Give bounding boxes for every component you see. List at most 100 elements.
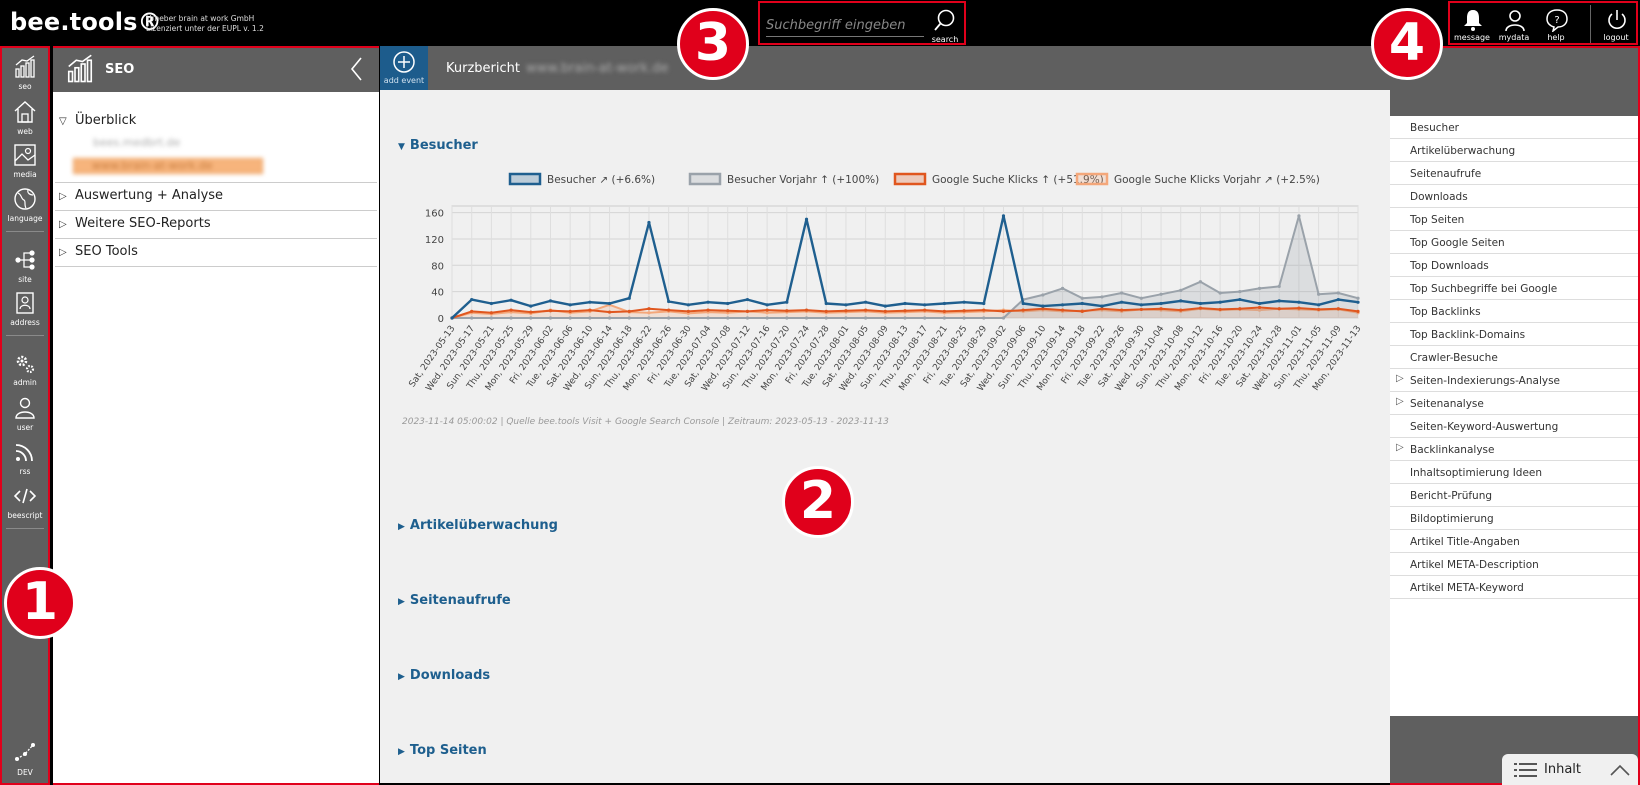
mydata-button[interactable]: mydata xyxy=(1492,3,1536,43)
data-point xyxy=(765,303,769,307)
tree-item-weitere-reports[interactable]: ▷ Weitere SEO-Reports xyxy=(53,211,379,238)
report-link-label: Artikel META-Keyword xyxy=(1410,582,1524,594)
nav-item-web[interactable]: web xyxy=(2,97,48,141)
report-link[interactable]: Top Suchbegriffe bei Google xyxy=(1390,277,1638,300)
data-point xyxy=(982,316,986,320)
data-point xyxy=(1041,293,1045,297)
data-point xyxy=(923,303,927,307)
report-link-label: Downloads xyxy=(1410,191,1468,203)
section-seitenaufrufe[interactable]: ▶ Seitenaufrufe xyxy=(398,593,511,608)
app-logo[interactable]: bee.tools® xyxy=(10,8,162,36)
nav-label: media xyxy=(13,170,37,179)
section-downloads[interactable]: ▶ Downloads xyxy=(398,668,490,683)
report-link[interactable]: Top Seiten xyxy=(1390,208,1638,231)
nav-item-user[interactable]: user xyxy=(2,393,48,437)
logout-button[interactable]: logout xyxy=(1594,3,1638,43)
triangle-right-icon: ▷ xyxy=(1396,442,1404,453)
section-top-seiten[interactable]: ▶ Top Seiten xyxy=(398,743,487,758)
report-link-label: Seiten-Indexierungs-Analyse xyxy=(1410,375,1560,387)
triangle-down-icon: ▼ xyxy=(398,142,405,152)
legend-swatch xyxy=(508,172,542,186)
nav-item-address[interactable]: address xyxy=(2,288,48,332)
nav-divider xyxy=(6,231,44,232)
data-point xyxy=(982,301,986,306)
tree-subitem-selected[interactable]: www.brain-at-work.de xyxy=(73,158,263,174)
tree-item-auswertung[interactable]: ▷ Auswertung + Analyse xyxy=(53,183,379,210)
data-point xyxy=(470,297,474,302)
data-point xyxy=(1021,301,1025,306)
data-point xyxy=(1317,303,1321,307)
data-point xyxy=(1198,301,1203,306)
report-link-label: Top Google Seiten xyxy=(1410,237,1505,249)
data-point xyxy=(1297,306,1301,310)
y-tick-label: 40 xyxy=(431,288,444,299)
data-point xyxy=(745,297,750,302)
data-point xyxy=(450,316,454,320)
data-point xyxy=(864,316,868,320)
report-link[interactable]: Top Backlink-Domains xyxy=(1390,323,1638,346)
tree-subitem[interactable]: bees.medbrt.de xyxy=(89,136,259,152)
nav-item-site[interactable]: site xyxy=(2,245,48,289)
tree-item-seo-tools[interactable]: ▷ SEO Tools xyxy=(53,239,379,266)
triangle-right-icon: ▷ xyxy=(59,247,67,258)
nav-item-media[interactable]: media xyxy=(2,140,48,184)
report-link[interactable]: Artikel META-Description xyxy=(1390,553,1638,576)
data-point xyxy=(1257,301,1262,306)
report-link[interactable]: ▷ Seitenanalyse xyxy=(1390,392,1638,415)
chevron-left-icon[interactable] xyxy=(349,56,365,82)
search-input[interactable] xyxy=(766,15,924,37)
data-point xyxy=(1238,307,1242,311)
report-link[interactable]: Artikel META-Keyword xyxy=(1390,576,1638,599)
nav-item-language[interactable]: language xyxy=(2,184,48,228)
report-link-label: Seitenaufrufe xyxy=(1410,168,1482,180)
report-link[interactable]: Top Google Seiten xyxy=(1390,231,1638,254)
nav-item-rss[interactable]: rss xyxy=(2,437,48,481)
badge-4: 4 xyxy=(1371,8,1443,80)
report-link[interactable]: Downloads xyxy=(1390,185,1638,208)
inhalt-toggle[interactable]: Inhalt xyxy=(1502,754,1638,785)
left-sidebar: seo web media language site address admi… xyxy=(0,46,50,785)
nav-item-dev[interactable]: DEV xyxy=(2,738,48,782)
data-point xyxy=(529,304,533,308)
report-link[interactable]: Top Downloads xyxy=(1390,254,1638,277)
data-point xyxy=(667,316,671,320)
data-point xyxy=(1179,288,1183,292)
message-button[interactable]: message xyxy=(1450,3,1494,43)
report-link[interactable]: Seitenaufrufe xyxy=(1390,162,1638,185)
data-point xyxy=(607,310,612,314)
report-link[interactable]: Besucher xyxy=(1390,116,1638,139)
data-point xyxy=(627,316,631,320)
y-tick-label: 0 xyxy=(438,314,444,325)
add-event-button[interactable]: add event xyxy=(380,46,428,90)
nav-item-seo[interactable]: seo xyxy=(2,52,48,96)
report-link[interactable]: ▷ Seiten-Indexierungs-Analyse xyxy=(1390,369,1638,392)
data-point xyxy=(1120,308,1124,312)
report-link[interactable]: Inhaltsoptimierung Ideen xyxy=(1390,461,1638,484)
nav-item-admin[interactable]: admin xyxy=(2,348,48,392)
data-point xyxy=(1080,301,1084,306)
triangle-right-icon: ▷ xyxy=(59,219,67,230)
nav-label: user xyxy=(16,423,34,432)
data-point xyxy=(804,217,809,221)
report-link[interactable]: Bericht-Prüfung xyxy=(1390,484,1638,507)
y-tick-label: 160 xyxy=(425,209,444,220)
data-point xyxy=(667,299,671,304)
section-besucher[interactable]: ▼ Besucher xyxy=(398,138,478,153)
report-link[interactable]: ▷ Backlinkanalyse xyxy=(1390,438,1638,461)
report-link[interactable]: Artikelüberwachung xyxy=(1390,139,1638,162)
report-link[interactable]: Artikel Title-Angaben xyxy=(1390,530,1638,553)
help-button[interactable]: ? help xyxy=(1534,3,1578,43)
report-link[interactable]: Crawler-Besuche xyxy=(1390,346,1638,369)
data-point xyxy=(1021,308,1025,312)
report-link[interactable]: Bildoptimierung xyxy=(1390,507,1638,530)
section-artikelueberwachung[interactable]: ▶ Artikelüberwachung xyxy=(398,518,558,533)
tree-item-ueberblick[interactable]: ▽ Überblick xyxy=(53,108,379,135)
report-link[interactable]: Seiten-Keyword-Auswertung xyxy=(1390,415,1638,438)
data-point xyxy=(785,316,789,320)
legend-label: Google Suche Klicks Vorjahr ↗ (+2.5%) xyxy=(1114,174,1320,186)
data-point xyxy=(1356,296,1360,300)
report-link[interactable]: Top Backlinks xyxy=(1390,300,1638,323)
triangle-right-icon: ▶ xyxy=(398,672,405,682)
search-button[interactable]: search xyxy=(928,6,962,44)
nav-item-beescript[interactable]: beescript xyxy=(2,481,48,525)
